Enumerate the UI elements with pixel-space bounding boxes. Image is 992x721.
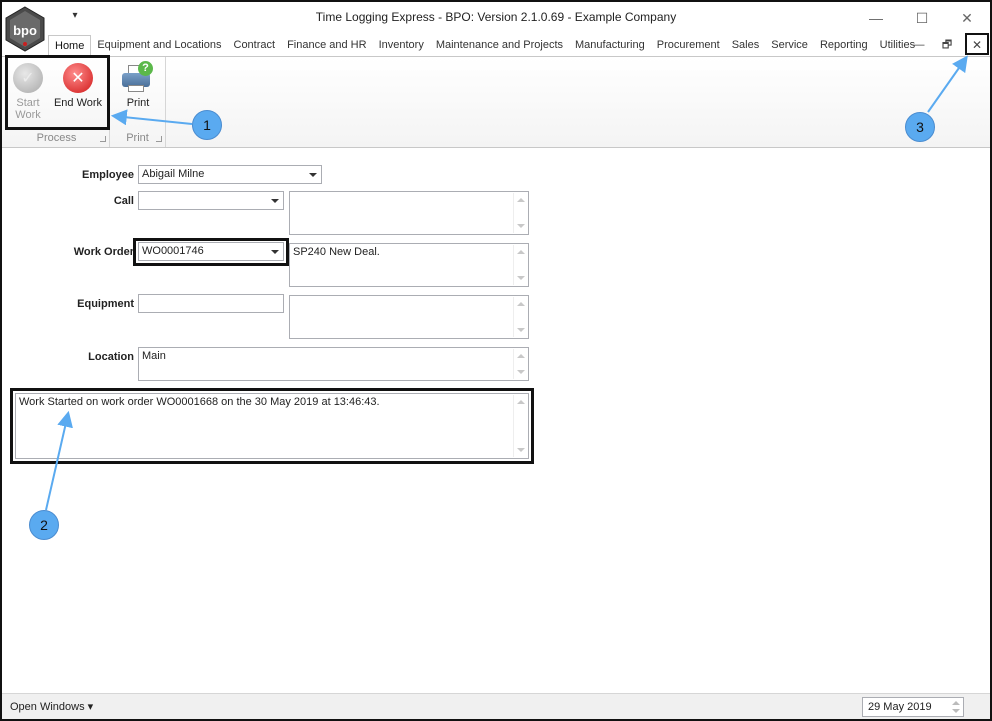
callout-3: 3 xyxy=(905,112,935,142)
equipment-label: Equipment xyxy=(77,298,134,310)
tab-contract[interactable]: Contract xyxy=(228,35,282,56)
window-title: Time Logging Express - BPO: Version 2.1.… xyxy=(315,10,677,24)
printer-help-icon: ? xyxy=(122,61,154,93)
work-order-label: Work Order xyxy=(73,246,134,258)
work-order-highlight-box xyxy=(133,238,289,266)
log-message-highlight-box xyxy=(10,388,534,464)
call-description-memo[interactable] xyxy=(289,191,529,235)
tab-reporting[interactable]: Reporting xyxy=(814,35,874,56)
logo-text: bpo xyxy=(13,23,37,38)
ribbon-group-print: ? Print Print xyxy=(110,57,166,147)
app-window: bpo ▾ Time Logging Express - BPO: Versio… xyxy=(0,0,992,721)
equipment-description-memo[interactable] xyxy=(289,295,529,339)
tab-manufacturing[interactable]: Manufacturing xyxy=(569,35,651,56)
ribbon: ✓ Start Work ✕ End Work Process ? Print xyxy=(2,56,990,148)
window-close-button[interactable]: ✕ xyxy=(945,6,989,30)
open-windows-label: Open Windows xyxy=(10,701,85,713)
print-group-launcher-icon[interactable] xyxy=(156,136,162,142)
tab-sales[interactable]: Sales xyxy=(726,35,766,56)
date-field[interactable]: 29 May 2019 xyxy=(862,697,964,717)
date-spinner-icon[interactable] xyxy=(951,700,961,714)
callout-1: 1 xyxy=(192,110,222,140)
employee-combo[interactable]: Abigail Milne xyxy=(138,165,322,184)
equipment-field[interactable] xyxy=(138,294,284,313)
title-bar: bpo ▾ Time Logging Express - BPO: Versio… xyxy=(2,2,990,52)
tab-home[interactable]: Home xyxy=(48,35,92,57)
employee-label: Employee xyxy=(82,169,134,181)
scrollbar[interactable] xyxy=(513,193,527,233)
status-bar: Open Windows ▾ 29 May 2019 xyxy=(2,693,990,719)
process-group-launcher-icon[interactable] xyxy=(100,136,106,142)
chevron-down-icon[interactable] xyxy=(271,199,279,203)
window-minimize-button[interactable]: — xyxy=(854,6,898,30)
date-value: 29 May 2019 xyxy=(868,701,932,713)
location-value: Main xyxy=(142,350,166,362)
location-label: Location xyxy=(88,351,134,363)
call-combo[interactable] xyxy=(138,191,284,210)
quick-access-dropdown-icon[interactable]: ▾ xyxy=(68,10,82,22)
chevron-down-icon: ▾ xyxy=(87,701,94,713)
document-minimize-button[interactable]: — xyxy=(910,37,928,53)
scrollbar[interactable] xyxy=(513,349,527,379)
work-order-description: SP240 New Deal. xyxy=(293,246,380,258)
print-label: Print xyxy=(126,97,150,109)
chevron-down-icon[interactable] xyxy=(309,173,317,177)
tab-equipment-and-locations[interactable]: Equipment and Locations xyxy=(91,35,227,56)
document-close-button[interactable]: ✕ xyxy=(965,33,989,55)
open-windows-menu[interactable]: Open Windows ▾ xyxy=(10,700,93,713)
location-memo[interactable]: Main xyxy=(138,347,529,381)
print-button[interactable]: ? Print xyxy=(116,61,160,109)
ribbon-tabs: Home Equipment and Locations Contract Fi… xyxy=(48,35,921,57)
tab-service[interactable]: Service xyxy=(765,35,814,56)
call-label: Call xyxy=(113,195,134,207)
window-maximize-button[interactable]: ☐ xyxy=(900,6,944,30)
process-highlight-box xyxy=(5,55,110,130)
employee-value: Abigail Milne xyxy=(142,168,205,180)
tab-finance-and-hr[interactable]: Finance and HR xyxy=(281,35,373,56)
work-order-description-memo[interactable]: SP240 New Deal. xyxy=(289,243,529,287)
callout-2: 2 xyxy=(29,510,59,540)
tab-maintenance-and-projects[interactable]: Maintenance and Projects xyxy=(430,35,569,56)
tab-procurement[interactable]: Procurement xyxy=(651,35,726,56)
tab-inventory[interactable]: Inventory xyxy=(373,35,430,56)
scrollbar[interactable] xyxy=(513,245,527,285)
app-logo-icon[interactable]: bpo xyxy=(4,6,46,52)
scrollbar[interactable] xyxy=(513,297,527,337)
process-group-label: Process xyxy=(36,132,77,144)
document-restore-button[interactable]: 🗗 xyxy=(938,37,956,53)
